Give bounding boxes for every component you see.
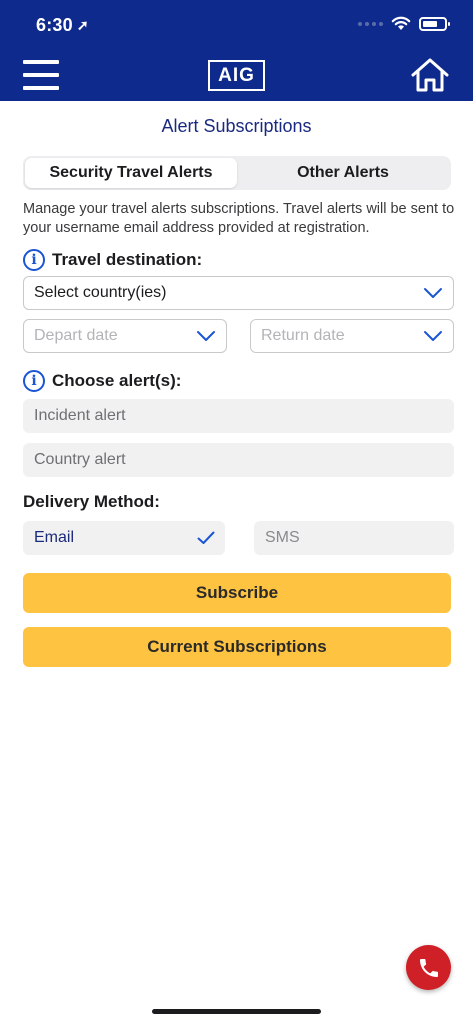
delivery-email-label: Email [34, 529, 75, 546]
cellular-signal-icon [358, 21, 383, 26]
chevron-down-icon [424, 288, 442, 298]
return-date-select[interactable]: Return date [250, 319, 454, 353]
depart-date-select[interactable]: Depart date [23, 319, 227, 353]
travel-destination-label: i Travel destination: [23, 249, 202, 271]
country-select[interactable]: Select country(ies) [23, 276, 454, 310]
hamburger-icon[interactable] [23, 60, 59, 90]
subscribe-button[interactable]: Subscribe [23, 573, 451, 613]
location-arrow-icon: ➚ [76, 17, 89, 33]
delivery-email-option[interactable]: Email [23, 521, 225, 555]
depart-date-placeholder: Depart date [34, 327, 118, 344]
country-select-value: Select country(ies) [34, 284, 167, 301]
status-time-text: 6:30 [36, 15, 73, 35]
choose-alerts-text: Choose alert(s): [52, 371, 182, 390]
description-text: Manage your travel alerts subscriptions.… [23, 201, 455, 236]
wifi-icon [391, 16, 411, 30]
phone-icon [419, 958, 438, 977]
choose-alerts-label: i Choose alert(s): [23, 370, 181, 392]
info-icon[interactable]: i [23, 249, 45, 271]
current-subscriptions-button[interactable]: Current Subscriptions [23, 627, 451, 667]
travel-destination-text: Travel destination: [52, 250, 203, 269]
country-alert-option[interactable]: Country alert [23, 443, 454, 477]
tab-security-travel-alerts[interactable]: Security Travel Alerts [25, 158, 237, 188]
incident-alert-option[interactable]: Incident alert [23, 399, 454, 433]
chevron-down-icon [197, 331, 215, 341]
tab-other-alerts[interactable]: Other Alerts [237, 158, 449, 188]
delivery-sms-label: SMS [265, 529, 300, 546]
home-indicator [152, 1009, 321, 1014]
delivery-sms-option[interactable]: SMS [254, 521, 454, 555]
return-date-placeholder: Return date [261, 327, 345, 344]
status-indicators [358, 16, 450, 31]
info-icon[interactable]: i [23, 370, 45, 392]
alert-type-tabs: Security Travel Alerts Other Alerts [23, 156, 451, 190]
page-title: Alert Subscriptions [161, 116, 312, 136]
call-button[interactable] [406, 945, 451, 990]
status-time: 6:30 ➚ [36, 15, 89, 36]
delivery-method-label: Delivery Method: [23, 492, 160, 511]
app-header: 6:30 ➚ AIG [0, 0, 473, 101]
home-icon[interactable] [410, 57, 450, 93]
battery-icon [419, 16, 450, 31]
chevron-down-icon [424, 331, 442, 341]
aig-logo: AIG [208, 60, 265, 91]
checkmark-icon [197, 531, 215, 544]
